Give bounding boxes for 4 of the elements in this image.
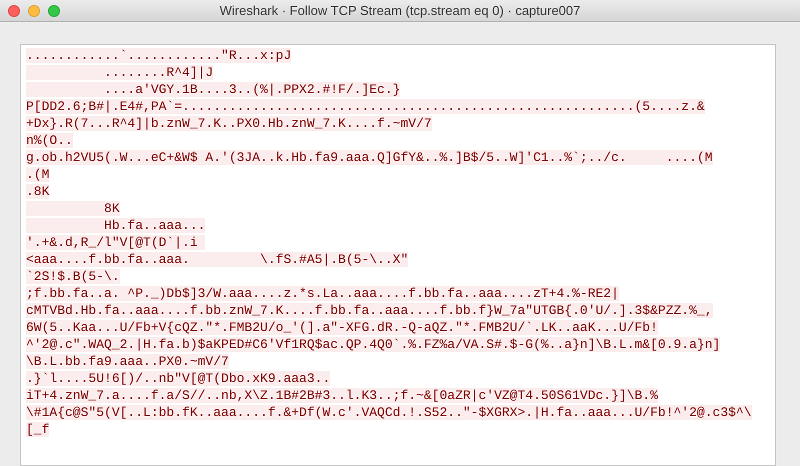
minimize-button[interactable] bbox=[28, 5, 40, 17]
zoom-button[interactable] bbox=[48, 5, 60, 17]
close-button[interactable] bbox=[8, 5, 20, 17]
window-title: Wireshark · Follow TCP Stream (tcp.stream eq 0) · capture007 bbox=[220, 2, 580, 20]
